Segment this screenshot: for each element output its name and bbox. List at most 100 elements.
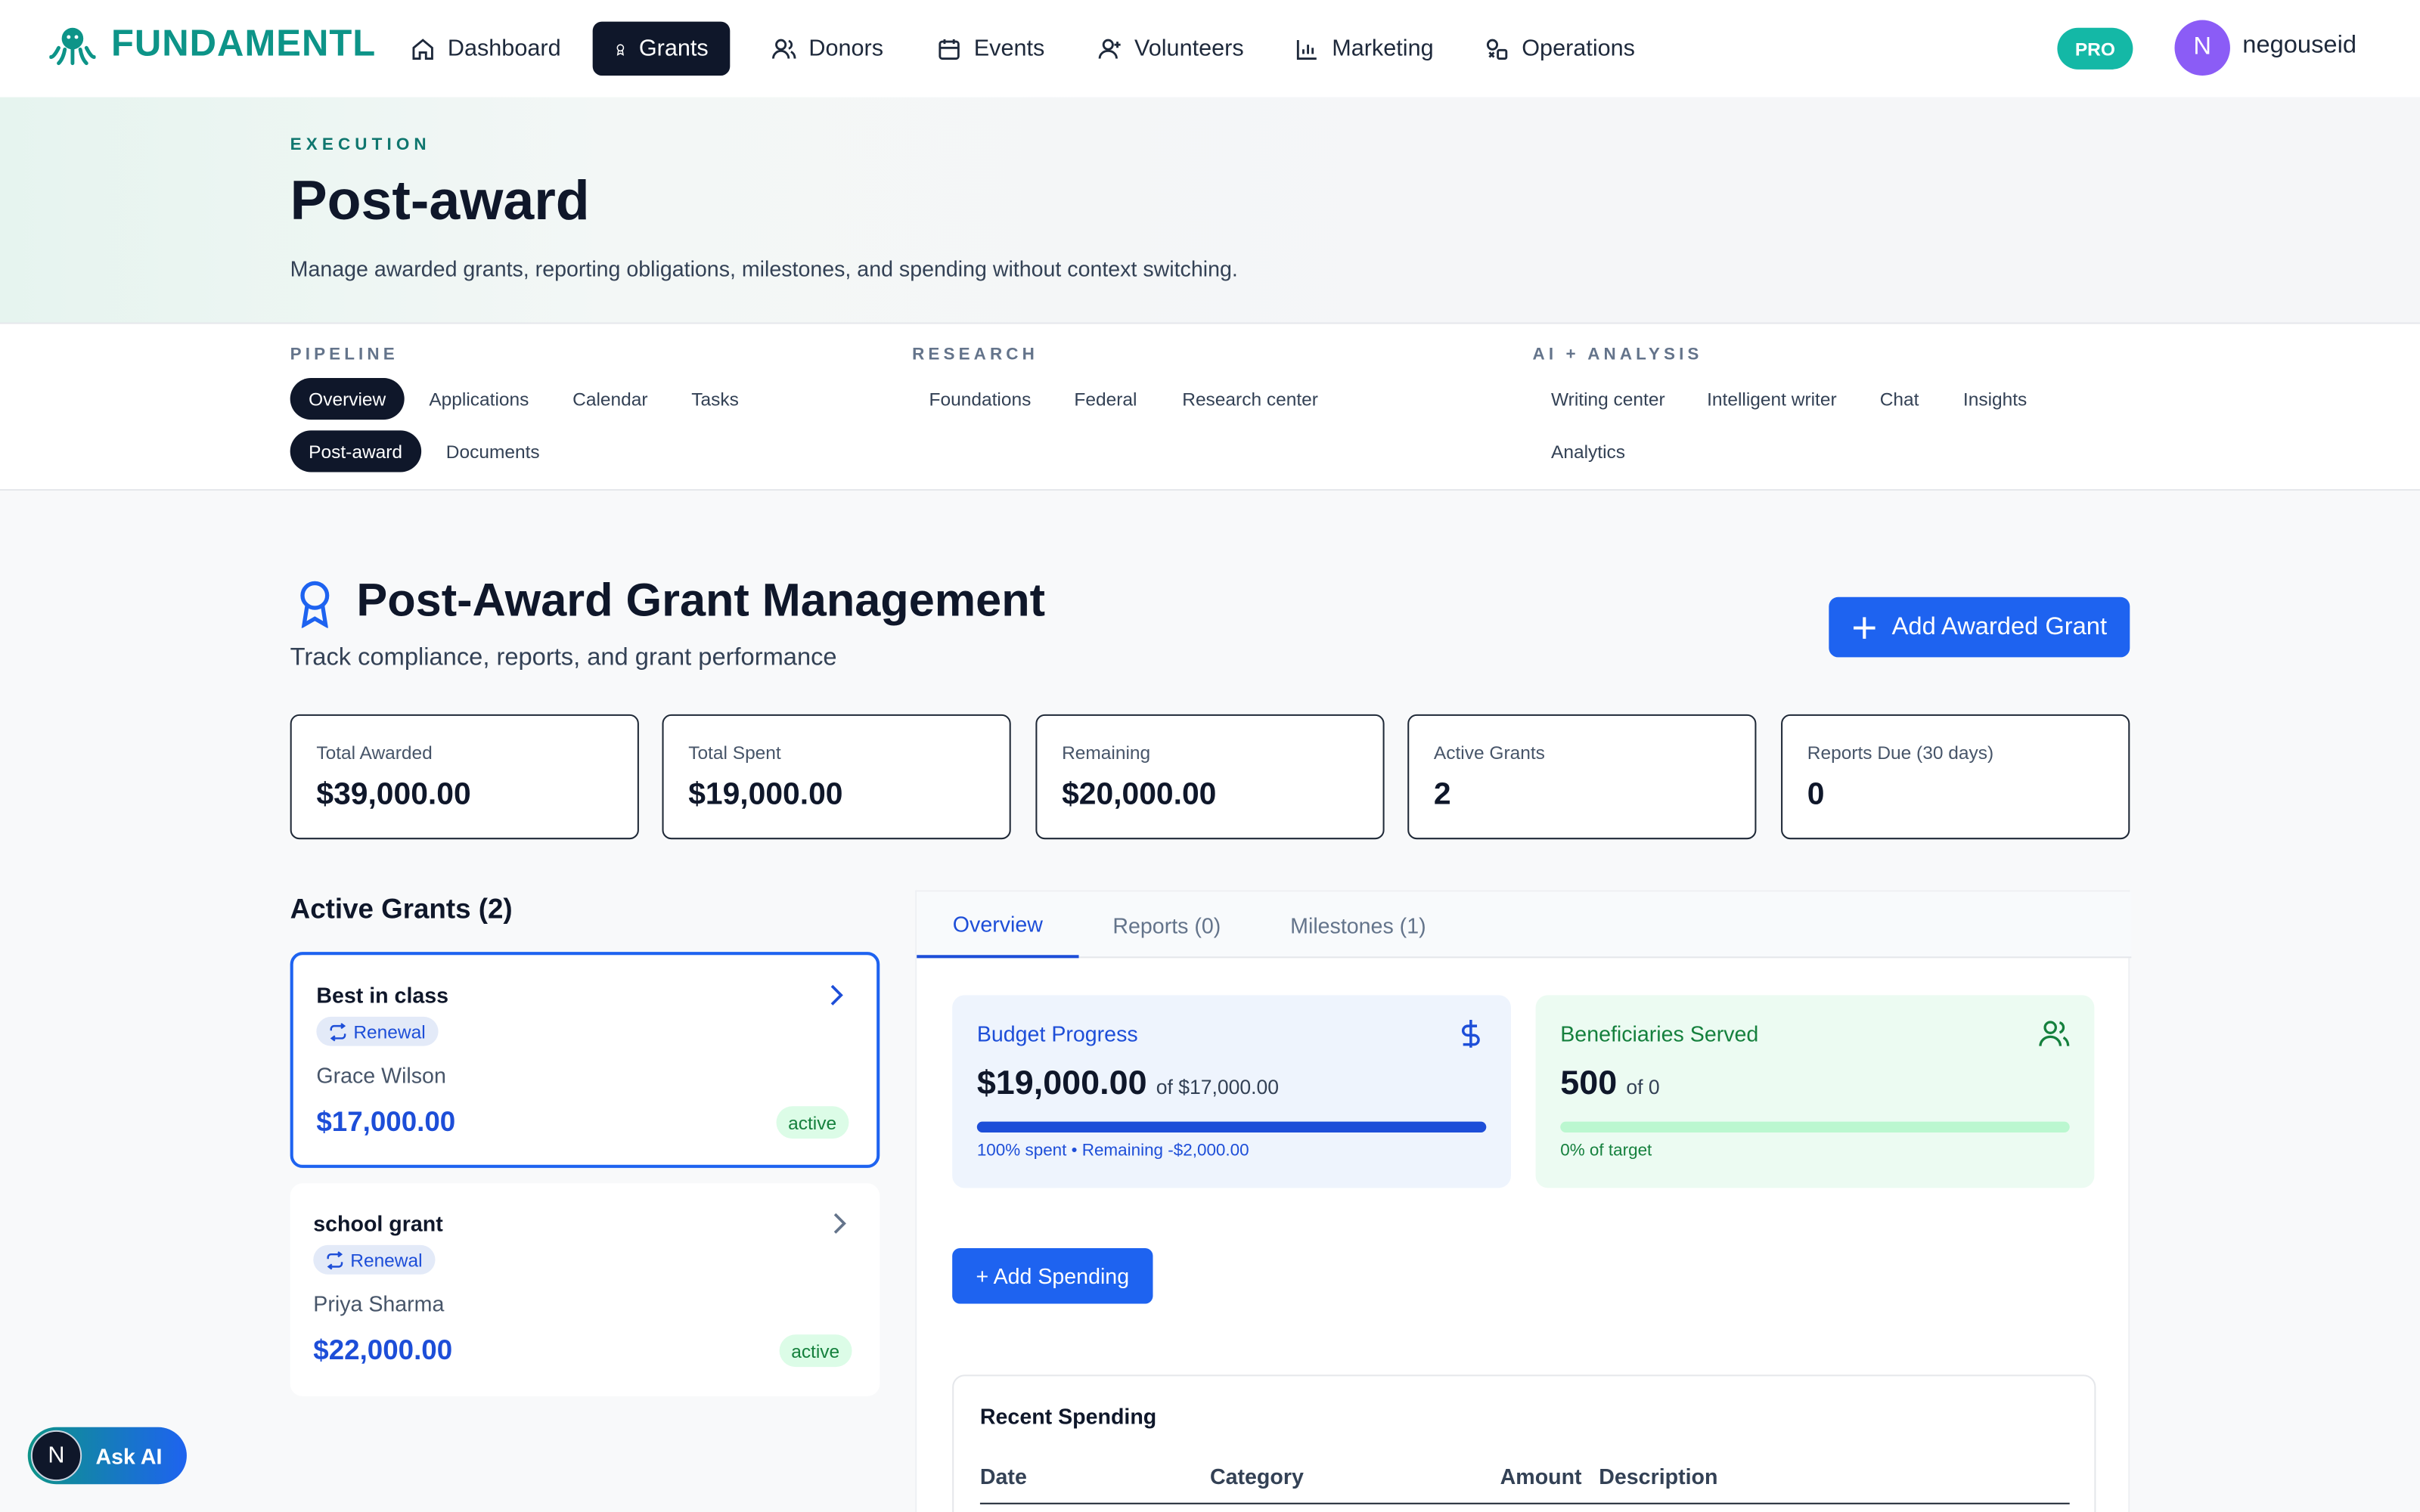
stat-value: $19,000.00 (688, 777, 843, 812)
nav-operations[interactable]: Operations (1463, 22, 1657, 76)
grant-name: school grant (313, 1211, 443, 1236)
add-awarded-grant-button[interactable]: Add Awarded Grant (1829, 596, 2130, 658)
repeat-icon (330, 1022, 346, 1041)
subnav-chat[interactable]: Chat (1861, 378, 1938, 420)
nav-marketing[interactable]: Marketing (1274, 22, 1456, 76)
stat-total-awarded: Total Awarded $39,000.00 (290, 714, 639, 840)
subnav-calendar[interactable]: Calendar (554, 378, 666, 420)
subnav-analytics[interactable]: Analytics (1533, 430, 1644, 472)
home-icon (412, 38, 433, 59)
budget-total-value: of $17,000.00 (1156, 1075, 1280, 1099)
research-group-label: RESEARCH (912, 345, 1038, 364)
grant-tag-label: Renewal (350, 1249, 423, 1271)
column-header-description[interactable]: Description (1599, 1464, 1717, 1489)
stat-label: Reports Due (30 days) (1807, 742, 1994, 764)
stat-value: $39,000.00 (316, 777, 471, 812)
section-eyebrow: EXECUTION (290, 135, 431, 155)
subnav-foundations[interactable]: Foundations (911, 378, 1050, 420)
page-header: EXECUTION Post-award Manage awarded gran… (0, 97, 2420, 324)
award-icon (300, 581, 330, 628)
nav-volunteers-label: Volunteers (1134, 35, 1244, 62)
add-spending-button[interactable]: + Add Spending (952, 1248, 1153, 1304)
shapes-icon (1486, 38, 1508, 59)
stat-label: Remaining (1062, 742, 1151, 764)
budget-progress-fill (976, 1121, 1487, 1132)
beneficiaries-label: Beneficiaries Served (1560, 1021, 1759, 1046)
subnav-federal[interactable]: Federal (1056, 378, 1156, 420)
nav-operations-label: Operations (1522, 35, 1635, 62)
section-subtitle: Track compliance, reports, and grant per… (290, 645, 837, 671)
subnav-post-award[interactable]: Post-award (290, 430, 421, 472)
subnav-intelligent-writer[interactable]: Intelligent writer (1689, 378, 1856, 420)
budget-spent-value: $19,000.00 (976, 1063, 1147, 1102)
stat-label: Active Grants (1433, 742, 1545, 764)
beneficiaries-card: Beneficiaries Served 500 of 0 0% of targe… (1535, 995, 2095, 1188)
nav-donors[interactable]: Donors (750, 22, 905, 76)
users-icon (2039, 1021, 2070, 1046)
grant-amount: $17,000.00 (316, 1106, 456, 1138)
username[interactable]: negouseid (2242, 33, 2356, 60)
ai-group-label: AI + ANALYSIS (1532, 345, 1703, 364)
subnav-applications[interactable]: Applications (411, 378, 548, 420)
tab-milestones[interactable]: Milestones (1) (1272, 892, 1445, 959)
page-description: Manage awarded grants, reporting obligat… (290, 256, 1238, 281)
subnav-documents[interactable]: Documents (427, 430, 558, 472)
subnav-overview[interactable]: Overview (290, 377, 405, 420)
repeat-icon (327, 1250, 343, 1269)
budget-progress-bar (976, 1121, 1487, 1132)
tab-reports[interactable]: Reports (0) (1090, 892, 1244, 959)
page-title: Post-award (290, 168, 590, 232)
plus-icon (1853, 616, 1876, 638)
grant-amount: $22,000.00 (313, 1334, 453, 1366)
pro-badge[interactable]: PRO (2057, 27, 2133, 70)
beneficiaries-target: of 0 (1626, 1075, 1660, 1099)
budget-progress-card: Budget Progress $19,000.00 of $17,000.00 … (952, 995, 1511, 1188)
stat-value: 0 (1807, 777, 1825, 812)
subnav-tasks[interactable]: Tasks (673, 378, 758, 420)
beneficiaries-note: 0% of target (1560, 1142, 1652, 1160)
nav-volunteers[interactable]: Volunteers (1075, 22, 1265, 76)
beneficiaries-progress-bar (1560, 1121, 2070, 1132)
budget-progress-label: Budget Progress (976, 1021, 1138, 1046)
column-header-date[interactable]: Date (980, 1464, 1027, 1489)
detail-tabs: Overview Reports (0) Milestones (1) (917, 891, 2132, 959)
column-header-category[interactable]: Category (1210, 1464, 1304, 1489)
grant-tag: Renewal (316, 1016, 438, 1046)
dollar-icon (1461, 1019, 1480, 1048)
column-header-amount[interactable]: Amount (1500, 1464, 1582, 1489)
grant-contact: Priya Sharma (313, 1291, 445, 1316)
nav-events-label: Events (973, 35, 1045, 62)
subnav-insights[interactable]: Insights (1944, 378, 2045, 420)
stat-reports-due: Reports Due (30 days) 0 (1781, 714, 2130, 840)
chevron-right-icon (833, 1213, 846, 1234)
nav-events[interactable]: Events (915, 22, 1066, 76)
stat-remaining: Remaining $20,000.00 (1035, 714, 1385, 840)
award-icon (616, 43, 625, 55)
chevron-right-icon (830, 984, 843, 1005)
budget-value-row: $19,000.00 of $17,000.00 (977, 1063, 1279, 1103)
bar-chart-icon (1296, 39, 1317, 59)
logo[interactable]: FUNDAMENTL (49, 22, 376, 68)
add-awarded-grant-label: Add Awarded Grant (1891, 613, 2108, 640)
nav-grants-label: Grants (638, 35, 709, 62)
user-avatar[interactable]: N (2174, 20, 2230, 76)
user-plus-icon (1098, 38, 1121, 58)
nav-dashboard[interactable]: Dashboard (389, 22, 582, 76)
tab-overview[interactable]: Overview (917, 892, 1079, 959)
stat-active-grants: Active Grants 2 (1407, 714, 1757, 840)
grant-card[interactable]: Best in class Renewal Grace Wilson $17,0… (290, 952, 880, 1168)
grant-status-badge: active (775, 1106, 849, 1139)
subnav-writing-center[interactable]: Writing center (1533, 378, 1684, 420)
nav-donors-label: Donors (808, 35, 884, 62)
ask-ai-button[interactable]: N Ask AI (27, 1427, 187, 1485)
stat-label: Total Spent (688, 742, 781, 764)
active-grants-title: Active Grants (2) (290, 893, 513, 925)
app-root: FUNDAMENTL Dashboard Grants Donors Event… (0, 0, 2420, 1512)
grant-name: Best in class (316, 982, 449, 1008)
top-navbar: FUNDAMENTL Dashboard Grants Donors Event… (0, 0, 2420, 98)
grant-card[interactable]: school grant Renewal Priya Sharma $22,00… (290, 1183, 880, 1396)
nav-grants[interactable]: Grants (592, 21, 731, 76)
nav-dashboard-label: Dashboard (447, 35, 561, 62)
subnav-research-center[interactable]: Research center (1164, 378, 1337, 420)
stat-value: 2 (1433, 777, 1451, 812)
